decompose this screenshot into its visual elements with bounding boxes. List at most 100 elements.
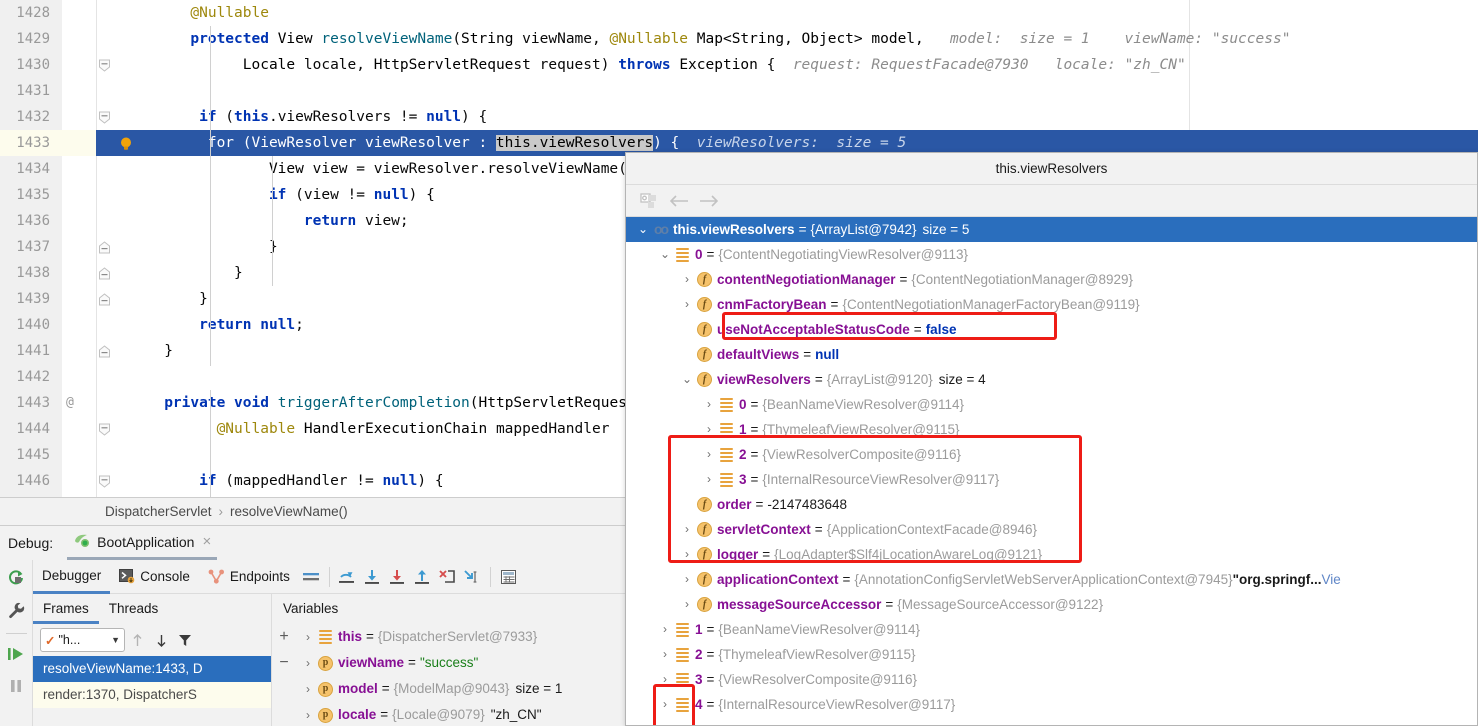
equals-sign: = bbox=[366, 629, 374, 644]
code-fold-marker[interactable] bbox=[98, 59, 111, 72]
tree-row[interactable]: f defaultViews = null bbox=[626, 342, 1477, 367]
breadcrumb[interactable]: DispatcherServlet › resolveViewName() bbox=[0, 497, 625, 525]
code-fold-marker[interactable] bbox=[98, 345, 111, 358]
expand-chevron-icon[interactable]: › bbox=[299, 702, 317, 726]
expand-chevron-icon[interactable]: › bbox=[678, 292, 696, 317]
array-index: 3 bbox=[739, 472, 747, 487]
gutter-annotation-marker[interactable]: @ bbox=[66, 390, 74, 416]
breadcrumb-class[interactable]: DispatcherServlet bbox=[105, 504, 212, 519]
expand-chevron-icon[interactable]: ⌄ bbox=[678, 367, 696, 392]
drop-frame-icon[interactable] bbox=[435, 564, 460, 589]
code-line[interactable]: 1429 protected View resolveViewName(Stri… bbox=[0, 26, 1478, 52]
resume-program-icon[interactable] bbox=[4, 642, 28, 666]
expand-chevron-icon[interactable]: ⌄ bbox=[634, 217, 652, 242]
tree-row[interactable]: › 3 = {ViewResolverComposite@9116} bbox=[626, 667, 1477, 692]
expand-chevron-icon[interactable]: ⌄ bbox=[656, 242, 674, 267]
expand-chevron-icon[interactable]: › bbox=[678, 267, 696, 292]
tree-row[interactable]: ⌄ 0 = {ContentNegotiatingViewResolver@911… bbox=[626, 242, 1477, 267]
tree-row[interactable]: › f servletContext = {ApplicationContextFa… bbox=[626, 517, 1477, 542]
breadcrumb-method[interactable]: resolveViewName() bbox=[230, 504, 348, 519]
code-fold-marker[interactable] bbox=[98, 423, 111, 436]
rerun-icon[interactable] bbox=[4, 566, 28, 590]
close-icon[interactable]: × bbox=[202, 533, 211, 550]
frames-list[interactable]: resolveViewName:1433, Drender:1370, Disp… bbox=[33, 656, 271, 708]
forward-arrow-icon[interactable] bbox=[694, 188, 724, 214]
expand-chevron-icon[interactable]: › bbox=[656, 667, 674, 692]
thread-selector[interactable]: ✓ "h... ▼ bbox=[40, 628, 125, 652]
tree-row[interactable]: › f messageSourceAccessor = {MessageSource… bbox=[626, 592, 1477, 617]
tree-row[interactable]: › 1 = {ThymeleafViewResolver@9115} bbox=[626, 417, 1477, 442]
tree-row[interactable]: › f cnmFactoryBean = {ContentNegotiationMa… bbox=[626, 292, 1477, 317]
tree-row[interactable]: › 3 = {InternalResourceViewResolver@9117} bbox=[626, 467, 1477, 492]
selected-expression[interactable]: this.viewResolvers bbox=[495, 135, 654, 151]
tab-frames[interactable]: Frames bbox=[33, 594, 99, 624]
back-arrow-icon[interactable] bbox=[664, 188, 694, 214]
frame-row[interactable]: render:1370, DispatcherS bbox=[33, 682, 271, 708]
filter-icon[interactable] bbox=[173, 628, 197, 652]
expand-chevron-icon[interactable]: › bbox=[678, 542, 696, 567]
arrow-up-icon[interactable] bbox=[125, 628, 149, 652]
force-step-into-icon[interactable] bbox=[385, 564, 410, 589]
code-line[interactable]: 1431 bbox=[0, 78, 1478, 104]
variables-list[interactable]: › this = {DispatcherServlet@7933} › p viewName… bbox=[273, 624, 625, 726]
tree-row[interactable]: ⌄ oo this.viewResolvers = {ArrayList@7942}… bbox=[626, 217, 1477, 242]
frame-row[interactable]: resolveViewName:1433, D bbox=[33, 656, 271, 682]
run-configuration-tab[interactable]: BootApplication × bbox=[67, 526, 218, 560]
step-over-icon[interactable] bbox=[335, 564, 360, 589]
settings-wrench-icon[interactable] bbox=[4, 598, 28, 622]
expand-chevron-icon[interactable]: › bbox=[299, 624, 317, 650]
tab-threads[interactable]: Threads bbox=[99, 594, 169, 624]
expand-chevron-icon[interactable]: › bbox=[700, 417, 718, 442]
expand-chevron-icon[interactable]: › bbox=[678, 592, 696, 617]
thread-selector-label: "h... bbox=[58, 633, 81, 647]
tree-row[interactable]: › f contentNegotiationManager = {ContentNe… bbox=[626, 267, 1477, 292]
field-name: messageSourceAccessor bbox=[717, 597, 882, 612]
layout-settings-icon[interactable] bbox=[299, 564, 324, 589]
arrow-down-icon[interactable] bbox=[149, 628, 173, 652]
code-line[interactable]: 1432 if (this.viewResolvers != null) { bbox=[0, 104, 1478, 130]
expand-chevron-icon[interactable]: › bbox=[678, 517, 696, 542]
code-token: protected bbox=[190, 31, 269, 47]
intention-bulb-icon[interactable] bbox=[118, 135, 134, 151]
tree-row[interactable]: › 1 = {BeanNameViewResolver@9114} bbox=[626, 617, 1477, 642]
expand-chevron-icon[interactable]: › bbox=[299, 650, 317, 676]
variable-row[interactable]: › p locale = {Locale@9079} "zh_CN" bbox=[273, 702, 625, 726]
tree-row[interactable]: › 2 = {ThymeleafViewResolver@9115} bbox=[626, 642, 1477, 667]
tree-row[interactable]: › f logger = {LogAdapter$Slf4jLocationAwar… bbox=[626, 542, 1477, 567]
expand-chevron-icon[interactable]: › bbox=[700, 392, 718, 417]
tab-console[interactable]: Console bbox=[110, 560, 199, 594]
tree-row[interactable]: › 2 = {ViewResolverComposite@9116} bbox=[626, 442, 1477, 467]
tree-row[interactable]: › 4 = {InternalResourceViewResolver@9117} bbox=[626, 692, 1477, 717]
variable-row[interactable]: › p viewName = "success" bbox=[273, 650, 625, 676]
tree-row[interactable]: ⌄ f viewResolvers = {ArrayList@9120} size … bbox=[626, 367, 1477, 392]
expand-chevron-icon[interactable]: › bbox=[700, 442, 718, 467]
pause-program-icon[interactable] bbox=[4, 674, 28, 698]
inspect-icon[interactable] bbox=[634, 188, 664, 214]
code-fold-marker[interactable] bbox=[98, 293, 111, 306]
step-into-icon[interactable] bbox=[360, 564, 385, 589]
tree-row[interactable]: f useNotAcceptableStatusCode = false bbox=[626, 317, 1477, 342]
tree-row[interactable]: › f applicationContext = {AnnotationConfig… bbox=[626, 567, 1477, 592]
expand-chevron-icon[interactable]: › bbox=[700, 467, 718, 492]
run-to-cursor-icon[interactable] bbox=[460, 564, 485, 589]
code-line[interactable]: 1428 @Nullable bbox=[0, 0, 1478, 26]
expand-chevron-icon[interactable]: › bbox=[678, 567, 696, 592]
step-out-icon[interactable] bbox=[410, 564, 435, 589]
variable-row[interactable]: › p model = {ModelMap@9043} size = 1 bbox=[273, 676, 625, 702]
object-tree[interactable]: ⌄ oo this.viewResolvers = {ArrayList@7942}… bbox=[626, 217, 1477, 725]
tab-endpoints[interactable]: Endpoints bbox=[199, 560, 299, 594]
variable-row[interactable]: › this = {DispatcherServlet@7933} bbox=[273, 624, 625, 650]
code-line[interactable]: 1430 Locale locale, HttpServletRequest r… bbox=[0, 52, 1478, 78]
code-fold-marker[interactable] bbox=[98, 111, 111, 124]
tree-row[interactable]: f order = -2147483648 bbox=[626, 492, 1477, 517]
tree-row[interactable]: › 0 = {BeanNameViewResolver@9114} bbox=[626, 392, 1477, 417]
code-fold-marker[interactable] bbox=[98, 267, 111, 280]
expand-chevron-icon[interactable]: › bbox=[656, 617, 674, 642]
code-fold-marker[interactable] bbox=[98, 475, 111, 488]
expand-chevron-icon[interactable]: › bbox=[656, 642, 674, 667]
evaluate-expression-icon[interactable] bbox=[496, 564, 521, 589]
code-fold-marker[interactable] bbox=[98, 241, 111, 254]
tab-debugger[interactable]: Debugger bbox=[33, 560, 111, 594]
expand-chevron-icon[interactable]: › bbox=[299, 676, 317, 702]
expand-chevron-icon[interactable]: › bbox=[656, 692, 674, 717]
